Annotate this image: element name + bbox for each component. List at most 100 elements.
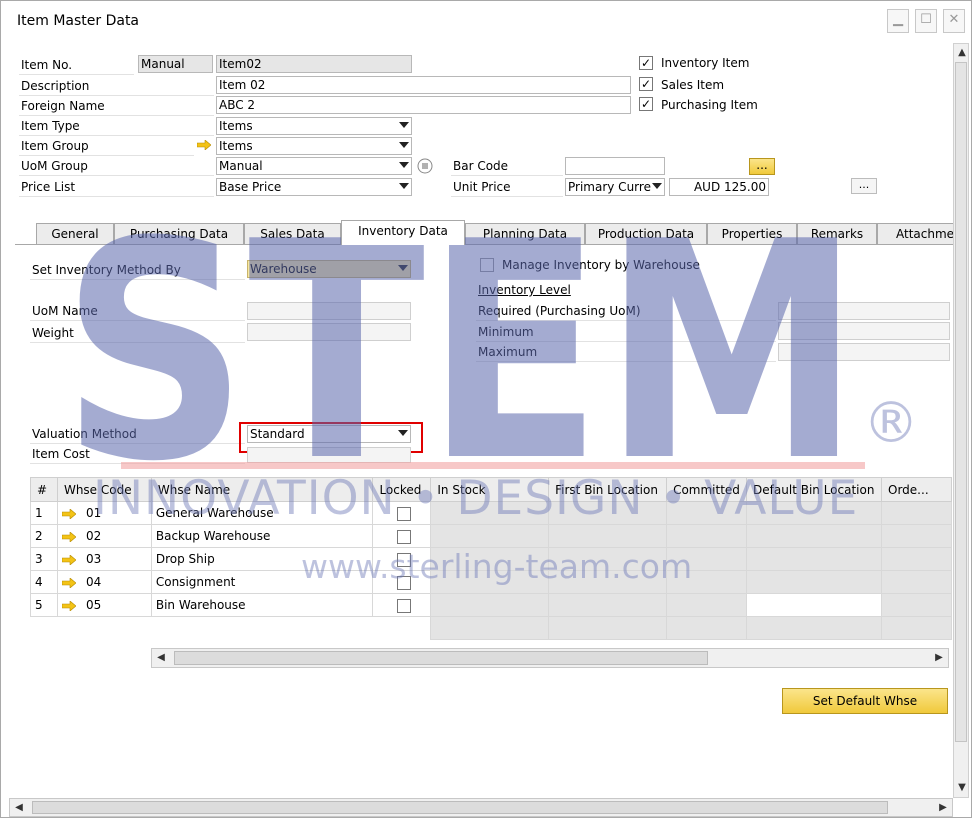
tab-planning-data[interactable]: Planning Data (465, 223, 585, 245)
whse-code-cell[interactable]: 05 (56, 593, 152, 617)
ordered-cell (881, 524, 952, 548)
whse-code-value: 01 (85, 506, 102, 520)
scroll-right-icon[interactable]: ▶ (930, 649, 948, 667)
item-no-series-select[interactable]: Manual (138, 55, 213, 73)
uom-name-label: UoM Name (32, 304, 98, 318)
scroll-right-icon[interactable]: ▶ (934, 799, 952, 817)
whse-name-cell: Drop Ship (150, 547, 374, 571)
bar-code-field[interactable] (565, 157, 665, 175)
locked-checkbox[interactable] (396, 529, 411, 544)
item-type-select[interactable]: Items (216, 117, 412, 135)
grid-header-row: # Whse Code Whse Name Locked In Stock Fi… (30, 477, 952, 502)
first-bin-cell (548, 593, 668, 617)
link-arrow-icon[interactable] (61, 530, 77, 543)
set-default-whse-button[interactable]: Set Default Whse (782, 688, 948, 714)
scroll-down-icon[interactable]: ▼ (953, 779, 971, 797)
bar-code-dots-button[interactable]: ... (749, 158, 775, 175)
table-row[interactable]: 2 02 Backup Warehouse (30, 524, 952, 548)
uom-list-icon[interactable] (417, 158, 433, 174)
scroll-up-icon[interactable]: ▲ (953, 44, 971, 62)
tab-properties[interactable]: Properties (707, 223, 797, 245)
tab-general[interactable]: General (36, 223, 114, 245)
minimize-button[interactable]: ▁ (887, 9, 909, 33)
close-button[interactable]: ✕ (943, 9, 965, 33)
link-arrow-icon[interactable] (61, 553, 77, 566)
col-locked[interactable]: Locked (372, 477, 432, 502)
window-scroll-thumb[interactable] (32, 801, 888, 814)
whse-code-value: 02 (85, 529, 102, 543)
whse-code-cell[interactable]: 02 (56, 524, 152, 548)
default-bin-cell (746, 547, 883, 571)
whse-code-cell[interactable]: 01 (56, 501, 152, 525)
locked-checkbox[interactable] (396, 506, 411, 521)
col-in-stock[interactable]: In Stock (430, 477, 550, 502)
tab-attachments[interactable]: Attachme (877, 223, 955, 245)
link-arrow-icon[interactable] (61, 507, 77, 520)
purchasing-item-checkbox[interactable]: ✓ (639, 97, 653, 111)
default-bin-cell (746, 524, 883, 548)
col-whse-code[interactable]: Whse Code (56, 477, 152, 502)
grid-horizontal-scrollbar[interactable]: ◀ ▶ (151, 648, 949, 668)
unit-price-label: Unit Price (453, 180, 511, 194)
col-first-bin[interactable]: First Bin Location (548, 477, 668, 502)
set-inventory-method-label: Set Inventory Method By (32, 263, 181, 277)
price-list-select[interactable]: Base Price (216, 178, 412, 196)
table-row[interactable]: 1 01 General Warehouse (30, 501, 952, 525)
uom-group-select[interactable]: Manual (216, 157, 412, 175)
manage-by-warehouse-checkbox[interactable] (480, 258, 494, 272)
uom-name-field[interactable] (247, 302, 411, 320)
col-num[interactable]: # (30, 477, 58, 502)
maximize-button[interactable]: ☐ (915, 9, 937, 33)
window-vertical-scrollbar[interactable]: ▲ ▼ (953, 43, 969, 798)
description-field[interactable]: Item 02 (216, 76, 631, 94)
col-whse-name[interactable]: Whse Name (150, 477, 374, 502)
item-cost-field[interactable] (247, 447, 411, 463)
maximum-field[interactable] (778, 343, 950, 361)
table-row[interactable]: 5 05 Bin Warehouse (30, 593, 952, 617)
tab-remarks[interactable]: Remarks (797, 223, 877, 245)
sales-item-checkbox[interactable]: ✓ (639, 77, 653, 91)
whse-code-cell[interactable]: 04 (56, 570, 152, 594)
default-bin-cell[interactable] (746, 593, 883, 617)
table-row[interactable]: 3 03 Drop Ship (30, 547, 952, 571)
item-group-select[interactable]: Items (216, 137, 412, 155)
tab-production-data[interactable]: Production Data (585, 223, 707, 245)
unit-price-currency: Primary Curre (568, 180, 651, 194)
locked-checkbox[interactable] (396, 575, 411, 590)
link-arrow-icon[interactable] (197, 140, 211, 150)
unit-price-currency-select[interactable]: Primary Curre (565, 178, 665, 196)
price-list-label: Price List (21, 180, 76, 194)
foreign-name-field[interactable]: ABC 2 (216, 96, 631, 114)
minimum-field[interactable] (778, 322, 950, 340)
col-committed[interactable]: Committed (666, 477, 748, 502)
weight-field[interactable] (247, 323, 411, 341)
col-default-bin[interactable]: Default Bin Location (746, 477, 883, 502)
watermark-bar (121, 462, 865, 469)
whse-code-cell[interactable]: 03 (56, 547, 152, 571)
scroll-left-icon[interactable]: ◀ (10, 799, 28, 817)
required-field[interactable] (778, 302, 950, 320)
unit-price-dots-button[interactable]: ... (851, 178, 877, 194)
grid-scroll-thumb[interactable] (174, 651, 708, 665)
set-inventory-method-select[interactable]: Warehouse (247, 260, 411, 278)
unit-price-field[interactable]: AUD 125.00 (669, 178, 769, 196)
locked-checkbox[interactable] (396, 598, 411, 613)
tab-inventory-data[interactable]: Inventory Data (341, 220, 465, 245)
col-ordered[interactable]: Orde... (881, 477, 952, 502)
item-no-field[interactable]: Item02 (216, 55, 412, 73)
locked-checkbox[interactable] (396, 552, 411, 567)
link-arrow-icon[interactable] (61, 576, 77, 589)
link-arrow-icon[interactable] (61, 599, 77, 612)
scroll-left-icon[interactable]: ◀ (152, 649, 170, 667)
inventory-item-checkbox[interactable]: ✓ (639, 56, 653, 70)
table-row[interactable]: 4 04 Consignment (30, 570, 952, 594)
row-num: 4 (30, 570, 58, 594)
window-horizontal-scrollbar[interactable]: ◀ ▶ (9, 798, 953, 817)
tab-sales-data[interactable]: Sales Data (244, 223, 341, 245)
default-bin-cell (746, 570, 883, 594)
in-stock-cell (430, 593, 550, 617)
tab-purchasing-data[interactable]: Purchasing Data (114, 223, 244, 245)
whse-name-cell: Backup Warehouse (150, 524, 374, 548)
first-bin-cell (548, 570, 668, 594)
vertical-scroll-thumb[interactable] (955, 62, 967, 742)
